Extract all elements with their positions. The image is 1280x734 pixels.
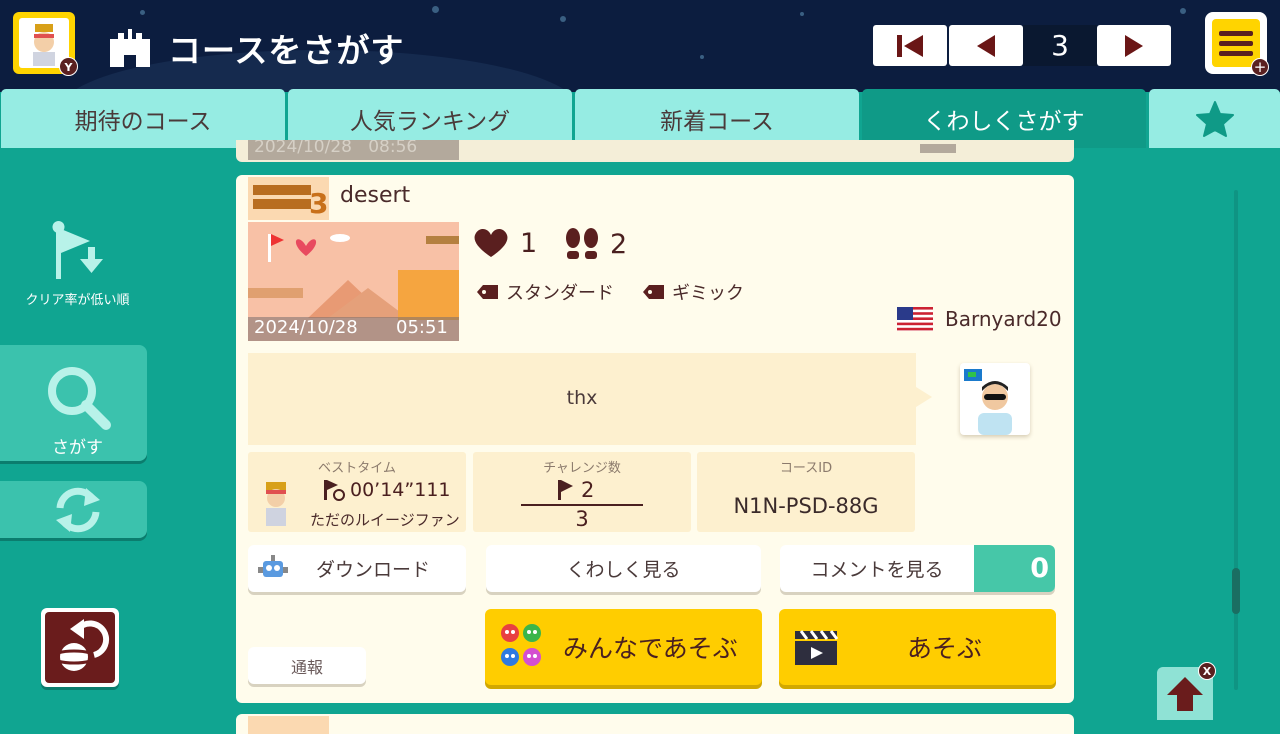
tag-label: スタンダード — [506, 283, 614, 304]
previous-course-card[interactable]: 2024/10/28 08:56 — [236, 140, 1074, 162]
best-time: 00’14”111 — [350, 479, 451, 501]
y-button-badge: Y — [59, 57, 78, 76]
best-time-box[interactable]: ベストタイム 00’14”111 ただのルイージファン — [248, 452, 466, 532]
flag-clock-icon — [324, 480, 345, 501]
search-label: さがす — [52, 438, 103, 458]
multiplayer-label: みんなであそぶ — [563, 634, 738, 663]
course-thumbnail[interactable]: 2024/10/28 05:51 — [248, 222, 459, 341]
prev-page-button[interactable] — [949, 25, 1023, 66]
description-box: thx — [248, 353, 916, 445]
robot-icon — [258, 555, 288, 577]
course-description: thx — [566, 387, 598, 409]
refresh-icon — [56, 487, 100, 533]
challenge-count-box: チャレンジ数 2 3 — [473, 452, 691, 532]
plus-button-badge: + — [1251, 58, 1269, 76]
play-button[interactable]: あそぶ — [779, 609, 1056, 685]
star-icon — [1195, 100, 1234, 137]
triangle-left-icon — [977, 34, 995, 57]
play-label: あそぶ — [907, 634, 983, 663]
likes-count: 1 — [520, 227, 538, 259]
castle-icon — [110, 29, 150, 67]
tab-favorites[interactable] — [1149, 89, 1280, 148]
upload-time: 05:51 — [396, 317, 448, 338]
tag-label: ギミック — [672, 283, 744, 304]
view-details-button[interactable]: くわしく見る — [486, 545, 761, 592]
attempt-count: 3 — [575, 507, 589, 531]
scrollbar-thumb[interactable] — [1232, 568, 1240, 614]
search-button[interactable]: さがす — [0, 345, 147, 461]
next-page-button[interactable] — [1097, 25, 1171, 66]
clear-count: 2 — [581, 478, 595, 502]
upload-date: 2024/10/28 — [254, 317, 358, 338]
flag-down-arrow-icon — [52, 221, 103, 279]
tag-list: スタンダード ギミック — [476, 279, 744, 305]
flag-icon — [558, 480, 573, 500]
svg-text:3: 3 — [309, 187, 327, 217]
return-planet-icon — [50, 618, 110, 671]
mii-avatar-icon — [964, 369, 1012, 435]
plays-count: 2 — [610, 228, 628, 260]
tag-item: ギミック — [642, 279, 744, 305]
sort-option[interactable]: クリア率が低い順 — [0, 212, 155, 312]
heart-icon — [474, 229, 508, 257]
footprints-icon — [566, 228, 598, 259]
maker-mii-button[interactable] — [960, 363, 1030, 435]
course-id-label: コースID — [779, 461, 833, 476]
maker-info[interactable]: Barnyard20 — [897, 307, 1062, 331]
page-title: コースをさがす — [168, 31, 405, 70]
report-button[interactable]: 通報 — [248, 647, 366, 684]
scrollbar-track[interactable] — [1234, 190, 1238, 690]
search-icon — [48, 367, 111, 430]
record-holder-mii-icon — [266, 482, 286, 526]
report-label: 通報 — [290, 657, 323, 677]
comment-count: 0 — [974, 545, 1055, 592]
tag-icon — [643, 285, 664, 299]
course-card: 3 desert 2024/10/28 05:51 1 2 スタンダード ギミッ… — [236, 175, 1074, 703]
sort-label: クリア率が低い順 — [25, 293, 130, 308]
best-time-value-row: 00’14”111 — [322, 478, 451, 502]
clear-count-row: 2 — [557, 478, 594, 502]
multiplayer-button[interactable]: みんなであそぶ — [485, 609, 762, 685]
view-comments-label: コメントを見る — [810, 559, 944, 581]
previous-course-date: 2024/10/28 — [254, 140, 352, 157]
clapperboard-icon — [795, 630, 839, 665]
page-number: 3 — [1023, 25, 1097, 66]
download-label: ダウンロード — [315, 559, 430, 581]
previous-course-time: 08:56 — [368, 140, 418, 157]
x-button-badge: X — [1198, 662, 1216, 680]
skip-first-icon — [897, 34, 923, 57]
course-name: desert — [340, 183, 411, 208]
next-course-card[interactable] — [236, 714, 1074, 734]
first-page-button[interactable] — [873, 25, 947, 66]
view-comments-button[interactable]: コメントを見る 0 — [780, 545, 1055, 592]
plays-stat: 2 — [564, 227, 627, 261]
game-style-smb3-icon: 3 — [248, 177, 329, 220]
players-group-icon — [501, 624, 541, 666]
likes-stat: 1 — [472, 227, 537, 259]
challenge-label: チャレンジ数 — [543, 461, 621, 476]
view-details-label: くわしく見る — [566, 559, 681, 581]
arrow-up-icon — [1167, 676, 1203, 711]
triangle-right-icon — [1125, 34, 1143, 57]
refresh-button[interactable] — [0, 481, 147, 538]
back-button[interactable] — [41, 608, 119, 687]
previous-course-datetime: 2024/10/28 08:56 — [248, 140, 459, 160]
maker-name: Barnyard20 — [945, 307, 1062, 331]
best-time-holder: ただのルイージファン — [310, 511, 460, 529]
download-button[interactable]: ダウンロード — [248, 545, 466, 592]
course-id: N1N-PSD-88G — [733, 494, 879, 518]
tag-icon — [477, 285, 498, 299]
course-id-box: コースID N1N-PSD-88G — [697, 452, 915, 532]
best-time-label: ベストタイム — [317, 461, 396, 476]
us-flag-icon — [897, 307, 933, 331]
tag-item: スタンダード — [476, 279, 614, 305]
